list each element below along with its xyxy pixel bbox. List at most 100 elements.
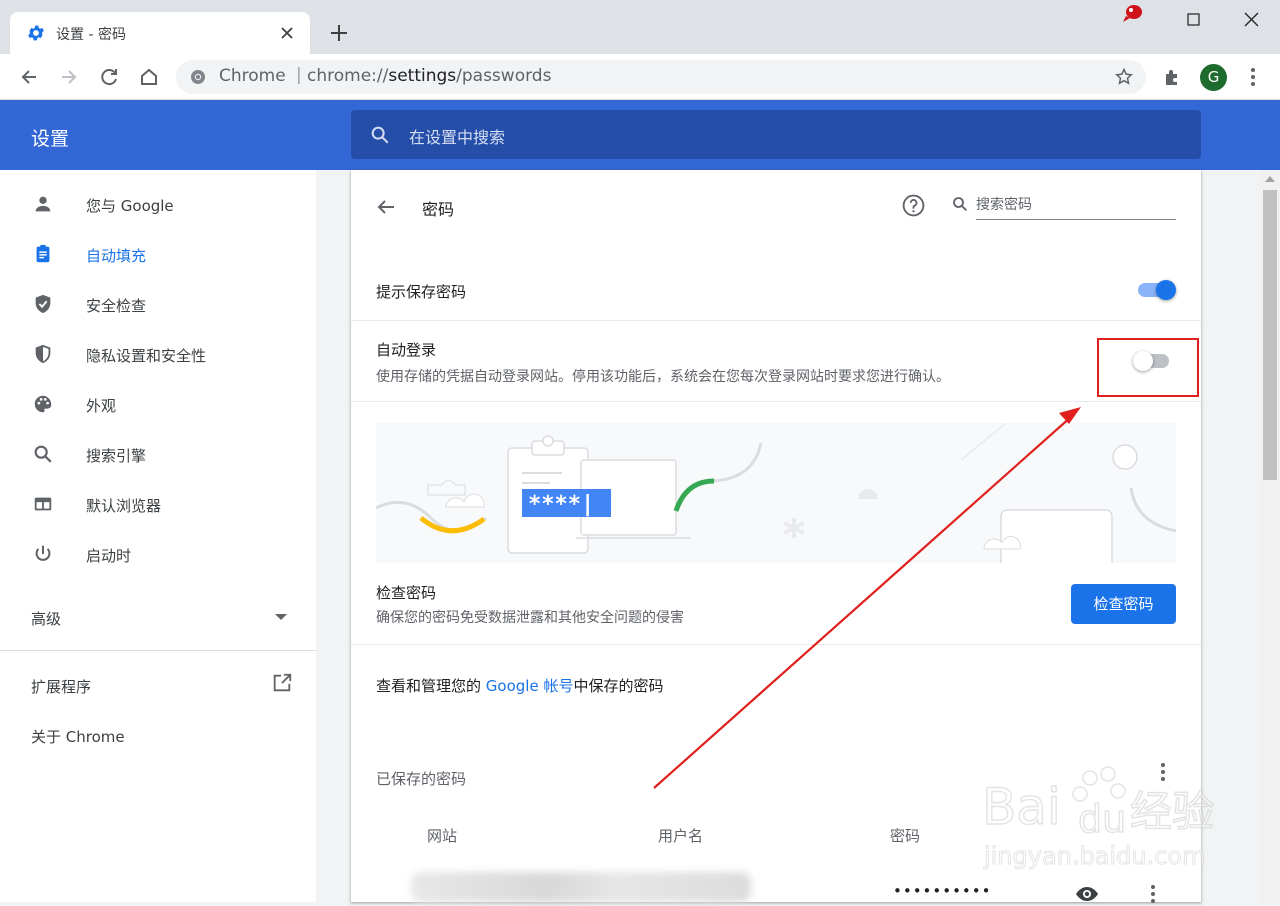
- blurred-row-content: [411, 872, 751, 902]
- eye-icon[interactable]: [1075, 882, 1099, 906]
- close-window-icon[interactable]: [1228, 6, 1274, 34]
- scrollbar-thumb[interactable]: [1263, 190, 1277, 480]
- tab-settings-passwords[interactable]: 设置 - 密码: [10, 12, 310, 54]
- watermark-brand-right: du: [1078, 797, 1126, 841]
- masked-password-text: ****|: [528, 492, 594, 517]
- more-vert-icon[interactable]: [1238, 62, 1268, 92]
- palette-icon: [34, 395, 52, 413]
- page-title: 密码: [422, 200, 455, 219]
- annotation-highlight-box: [1097, 338, 1199, 397]
- url-text: chrome://settings/passwords: [307, 66, 551, 86]
- settings-sidebar: 您与 Google 自动填充 安全检查 隐私设置和安全性 外观 搜索引擎 默认浏…: [0, 170, 316, 902]
- sidebar-item-search-engine[interactable]: 搜索引擎: [0, 433, 316, 477]
- row-divider: [351, 401, 1201, 402]
- sidebar-item-extensions[interactable]: 扩展程序: [0, 666, 316, 706]
- sidebar-item-label: 您与 Google: [86, 197, 174, 215]
- url-path: /passwords: [456, 66, 552, 86]
- back-arrow-icon[interactable]: [373, 194, 399, 220]
- sidebar-item-on-startup[interactable]: 启动时: [0, 533, 316, 577]
- check-passwords-title: 检查密码: [376, 584, 437, 602]
- chevron-down-icon: [275, 614, 287, 620]
- sidebar-item-privacy[interactable]: 隐私设置和安全性: [0, 333, 316, 377]
- browser-toolbar: Chrome | chrome://settings/passwords G: [0, 54, 1280, 100]
- paw-icon: [1072, 766, 1126, 802]
- extensions-puzzle-icon[interactable]: [1158, 62, 1188, 92]
- sidebar-item-label: 扩展程序: [31, 678, 92, 696]
- password-search-input[interactable]: 搜索密码: [976, 192, 1176, 220]
- sidebar-item-label: 安全检查: [86, 297, 147, 315]
- google-account-link[interactable]: Google 帐号: [486, 677, 574, 695]
- sidebar-item-default-browser[interactable]: 默认浏览器: [0, 483, 316, 527]
- watermark-domain: jingyan.baidu.com: [983, 842, 1205, 870]
- sidebar-advanced-toggle[interactable]: 高级: [0, 596, 316, 640]
- chrome-logo-icon: [191, 70, 205, 84]
- row-divider: [351, 320, 1201, 321]
- maximize-window-icon[interactable]: [1170, 6, 1216, 34]
- saved-passwords-title: 已保存的密码: [376, 770, 467, 788]
- sidebar-advanced-label: 高级: [31, 610, 62, 628]
- back-arrow-icon[interactable]: [14, 62, 44, 92]
- url-origin: Chrome: [219, 66, 286, 86]
- bookmark-star-icon[interactable]: [1114, 67, 1134, 87]
- power-icon: [35, 545, 51, 561]
- home-icon[interactable]: [134, 62, 164, 92]
- search-icon: [371, 126, 389, 144]
- toggle-knob: [1156, 280, 1176, 300]
- scroll-up-arrow-icon[interactable]: [1265, 176, 1275, 182]
- manage-passwords-text: 查看和管理您的 Google 帐号中保存的密码: [376, 675, 663, 696]
- profile-avatar[interactable]: G: [1200, 64, 1227, 91]
- column-header-password: 密码: [890, 827, 921, 845]
- url-separator: |: [296, 65, 302, 85]
- sidebar-item-label: 默认浏览器: [86, 497, 162, 515]
- masked-password-value: ••••••••••: [893, 882, 992, 900]
- forward-arrow-icon[interactable]: [54, 62, 84, 92]
- search-icon: [34, 445, 52, 463]
- page-scrollbar[interactable]: [1260, 170, 1280, 902]
- settings-search-placeholder: 在设置中搜索: [409, 128, 506, 147]
- new-tab-icon[interactable]: [324, 20, 354, 46]
- column-header-username: 用户名: [658, 827, 704, 845]
- password-search-placeholder: 搜索密码: [976, 197, 1032, 213]
- manage-prefix: 查看和管理您的: [376, 677, 486, 695]
- tab-strip: 设置 - 密码: [0, 0, 1280, 54]
- browser-icon: [34, 497, 52, 511]
- row-divider: [351, 644, 1201, 645]
- close-tab-icon[interactable]: [276, 22, 298, 44]
- sidebar-item-label: 启动时: [86, 547, 132, 565]
- help-icon[interactable]: [901, 193, 926, 218]
- settings-search-field[interactable]: 在设置中搜索: [351, 110, 1201, 159]
- manage-suffix: 中保存的密码: [573, 677, 664, 695]
- auto-signin-label: 自动登录: [376, 341, 437, 359]
- tab-title: 设置 - 密码: [56, 27, 126, 43]
- sidebar-item-autofill[interactable]: 自动填充: [0, 233, 316, 277]
- url-prefix: chrome://: [307, 66, 389, 86]
- sidebar-item-about-chrome[interactable]: 关于 Chrome: [0, 716, 316, 756]
- auto-signin-description: 使用存储的凭据自动登录网站。停用该功能后，系统会在您每次登录网站时要求您进行确认…: [376, 369, 950, 385]
- column-header-site: 网站: [427, 827, 458, 845]
- password-illustration-art: ****|: [375, 422, 1177, 571]
- offer-to-save-label: 提示保存密码: [376, 283, 467, 301]
- sidebar-item-label: 关于 Chrome: [31, 728, 125, 746]
- more-vert-icon[interactable]: [1141, 882, 1165, 906]
- clipboard-icon: [36, 244, 50, 263]
- sidebar-item-label: 外观: [86, 397, 117, 415]
- watermark-brand-left: Bai: [982, 778, 1061, 836]
- offer-to-save-toggle[interactable]: [1136, 278, 1176, 302]
- sidebar-item-appearance[interactable]: 外观: [0, 383, 316, 427]
- sidebar-item-you-and-google[interactable]: 您与 Google: [0, 183, 316, 227]
- sidebar-item-label: 自动填充: [86, 247, 147, 265]
- incognito-badge-icon: [1123, 5, 1142, 22]
- reload-icon[interactable]: [94, 62, 124, 92]
- address-bar[interactable]: Chrome | chrome://settings/passwords: [176, 60, 1146, 94]
- password-check-illustration: ****|: [375, 422, 1177, 571]
- gear-icon: [28, 25, 44, 41]
- sidebar-item-safety-check[interactable]: 安全检查: [0, 283, 316, 327]
- watermark-brand-cn: 经验: [1130, 787, 1214, 836]
- sidebar-divider: [0, 650, 316, 651]
- open-in-new-icon: [273, 673, 292, 692]
- search-icon: [953, 197, 968, 212]
- shield-half-icon: [35, 344, 51, 364]
- check-passwords-button[interactable]: 检查密码: [1071, 584, 1176, 624]
- settings-header: 设置 在设置中搜索: [0, 100, 1280, 170]
- sidebar-item-label: 搜索引擎: [86, 447, 147, 465]
